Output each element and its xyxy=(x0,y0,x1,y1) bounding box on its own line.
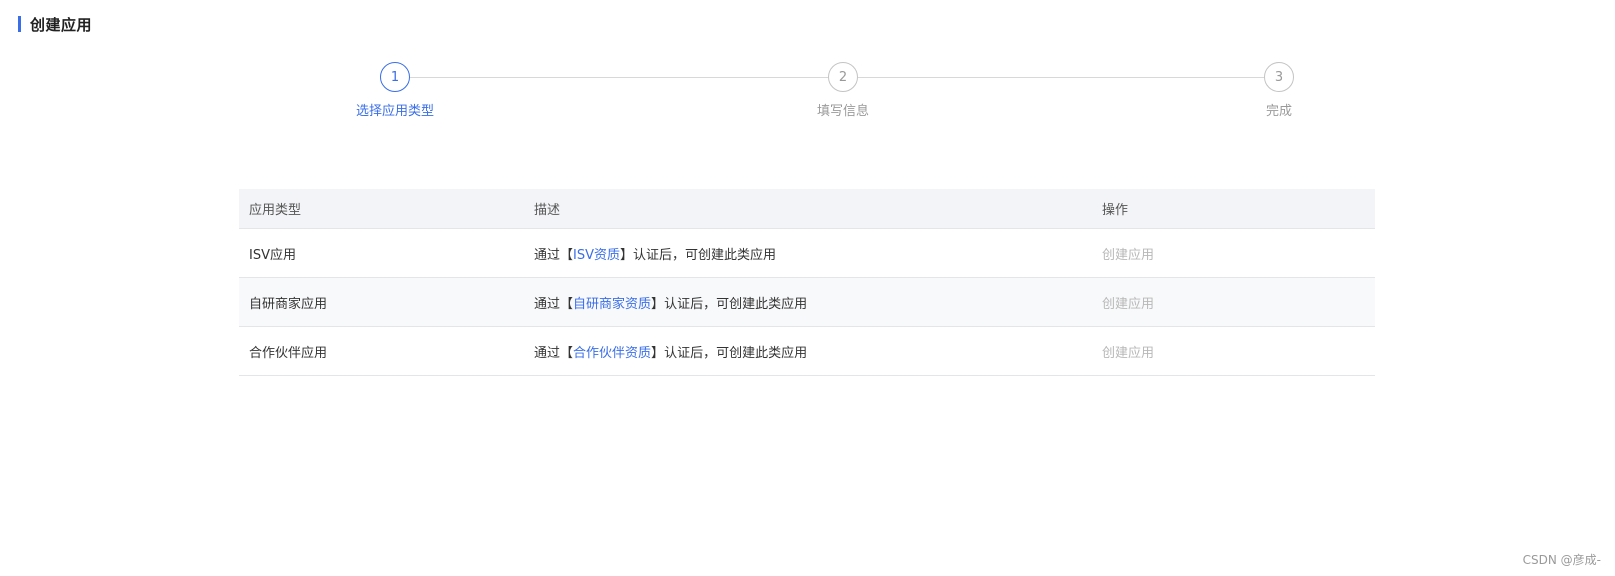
desc-prefix: 通过 xyxy=(534,296,561,312)
description-cell: 通过【合作伙伴资质】认证后，可创建此类应用 xyxy=(524,326,1092,376)
table-row: 自研商家应用 通过【自研商家资质】认证后，可创建此类应用 创建应用 xyxy=(239,277,1375,327)
header-description: 描述 xyxy=(524,189,1092,229)
app-type-cell: ISV应用 xyxy=(239,228,524,278)
app-type-cell: 自研商家应用 xyxy=(239,277,524,327)
description-cell: 通过【ISV资质】认证后，可创建此类应用 xyxy=(524,228,1092,278)
step-2-label: 填写信息 xyxy=(816,104,869,119)
desc-suffix: 认证后，可创建此类应用 xyxy=(664,296,808,312)
create-app-button[interactable]: 创建应用 xyxy=(1102,346,1154,361)
bracket-open: 【 xyxy=(560,296,574,312)
qualification-link[interactable]: 自研商家资质 xyxy=(573,297,651,312)
app-type-table: 应用类型 描述 操作 ISV应用 通过【ISV资质】认证后，可创建此类应用 创建… xyxy=(239,189,1375,376)
bracket-close: 】 xyxy=(620,247,634,263)
page: 创建应用 1 选择应用类型 2 填写信息 3 完成 应用类型 描述 操作 ISV… xyxy=(0,0,1615,576)
bracket-open: 【 xyxy=(560,345,574,361)
create-app-button[interactable]: 创建应用 xyxy=(1102,297,1154,312)
step-connector-1-2 xyxy=(410,77,828,78)
app-type-cell: 合作伙伴应用 xyxy=(239,326,524,376)
step-3-label: 完成 xyxy=(1265,104,1292,119)
bracket-close: 】 xyxy=(651,296,665,312)
table-row: 合作伙伴应用 通过【合作伙伴资质】认证后，可创建此类应用 创建应用 xyxy=(239,326,1375,376)
description-cell: 通过【自研商家资质】认证后，可创建此类应用 xyxy=(524,277,1092,327)
bracket-open: 【 xyxy=(560,247,574,263)
header-operation: 操作 xyxy=(1092,189,1375,229)
desc-suffix: 认证后，可创建此类应用 xyxy=(664,345,808,361)
step-1-circle[interactable]: 1 xyxy=(380,62,410,92)
table-header-row: 应用类型 描述 操作 xyxy=(239,189,1375,229)
table-row: ISV应用 通过【ISV资质】认证后，可创建此类应用 创建应用 xyxy=(239,228,1375,278)
stepper: 1 选择应用类型 2 填写信息 3 完成 xyxy=(0,0,1615,130)
operation-cell: 创建应用 xyxy=(1092,277,1375,327)
watermark: CSDN @彦成- xyxy=(1522,553,1601,567)
desc-suffix: 认证后，可创建此类应用 xyxy=(633,247,777,263)
operation-cell: 创建应用 xyxy=(1092,228,1375,278)
step-2-circle[interactable]: 2 xyxy=(828,62,858,92)
bracket-close: 】 xyxy=(651,345,665,361)
create-app-button[interactable]: 创建应用 xyxy=(1102,248,1154,263)
step-connector-2-3 xyxy=(858,77,1264,78)
header-app-type: 应用类型 xyxy=(239,189,524,229)
desc-prefix: 通过 xyxy=(534,345,561,361)
operation-cell: 创建应用 xyxy=(1092,326,1375,376)
qualification-link[interactable]: 合作伙伴资质 xyxy=(573,346,651,361)
step-1-label: 选择应用类型 xyxy=(355,104,434,119)
desc-prefix: 通过 xyxy=(534,247,561,263)
step-3-circle[interactable]: 3 xyxy=(1264,62,1294,92)
qualification-link[interactable]: ISV资质 xyxy=(573,248,620,263)
